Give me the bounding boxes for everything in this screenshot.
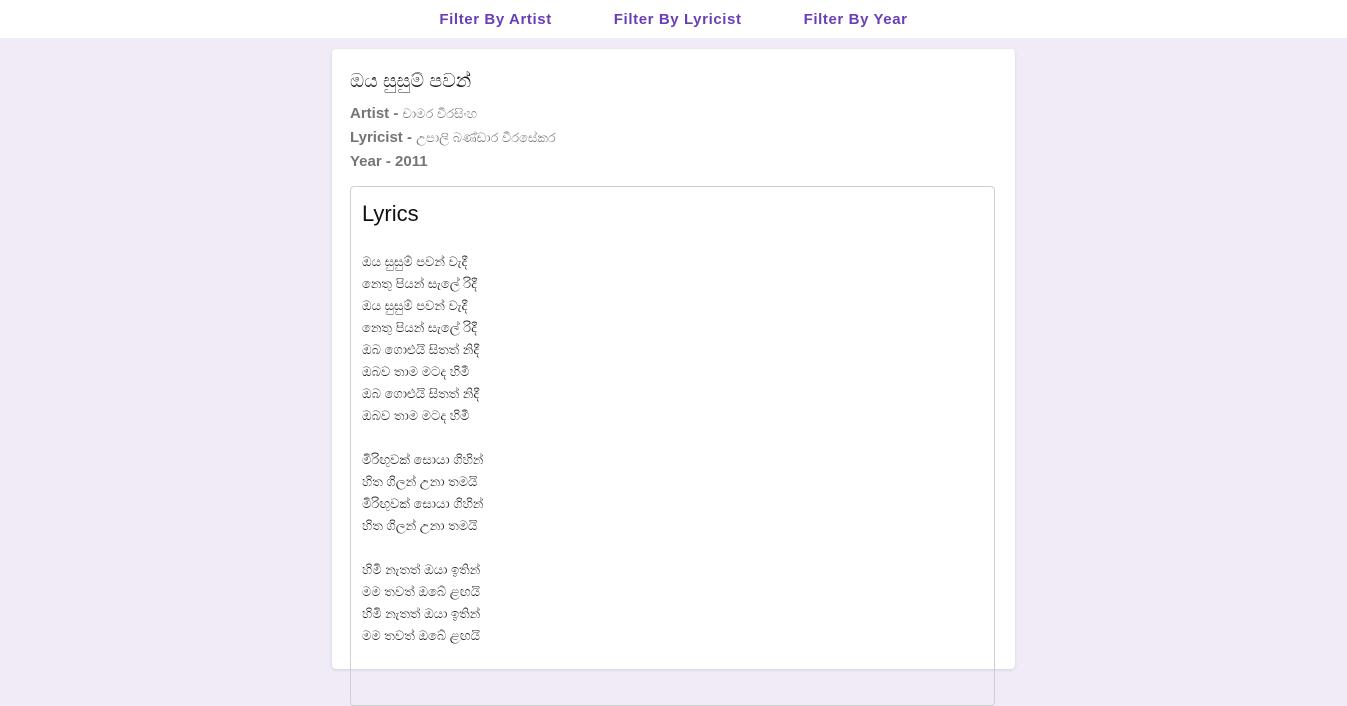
year-value: 2011 bbox=[395, 153, 428, 170]
artist-row: Artist - චාමර වීරසිංහ bbox=[350, 105, 477, 122]
filter-by-year-button[interactable]: Filter By Year bbox=[773, 11, 939, 28]
lyric-line: නෙතු පියන් සැලේ රිදී bbox=[362, 320, 477, 335]
lyric-stanza-break bbox=[362, 427, 483, 449]
top-nav-bar: Filter By Artist Filter By Lyricist Filt… bbox=[0, 0, 1347, 38]
lyrics-heading: Lyrics bbox=[362, 201, 419, 226]
year-row: Year - 2011 bbox=[350, 153, 428, 170]
lyric-line: මිරිඟුවක් සොයා ගිහින් bbox=[362, 496, 484, 511]
lyric-line: ඔබ ගොළුයි සිතත් නිදී bbox=[362, 342, 480, 357]
lyric-line: හිමි නැතත් ඔයා ඉතින් bbox=[362, 562, 481, 577]
artist-value: චාමර වීරසිංහ bbox=[402, 106, 478, 121]
lyric-line: හිත ගිලන් උනා තමයි bbox=[362, 518, 478, 533]
lyric-line: ඔබව තාම මටද හිමී bbox=[362, 408, 470, 423]
lyric-line: නෙතු පියන් සැලේ රිදී bbox=[362, 276, 477, 291]
song-card: ඔය සුසුම් පවන් Artist - චාමර වීරසිංහ Lyr… bbox=[332, 49, 1015, 706]
lyric-line: හිමි නැතත් ඔයා ඉතින් bbox=[362, 606, 481, 621]
lyrics-list: ඔය සුසුම් පවන් වැදී නෙතු පියන් සැලේ රිදී ඔ… bbox=[362, 251, 483, 647]
lyric-line: ඔබ ගොළුයි සිතත් නිදී bbox=[362, 386, 480, 401]
lyricist-row: Lyricist - උපාලි බණ්ඩාර වීරසේකර bbox=[350, 129, 556, 146]
lyric-line: මිරිඟුවක් සොයා ගිහින් bbox=[362, 452, 484, 467]
year-key: Year - bbox=[350, 153, 396, 170]
lyric-line: හිත ගිලන් උනා තමයි bbox=[362, 474, 478, 489]
lyric-line: ඔය සුසුම් පවන් වැදී bbox=[362, 298, 468, 313]
lyric-line: මම තවත් ඔබේ ළඟයි bbox=[362, 584, 480, 599]
lyricist-value: උපාලි බණ්ඩාර වීරසේකර bbox=[416, 130, 556, 145]
lyric-line: ඔබව තාම මටද හිමී bbox=[362, 364, 470, 379]
filter-by-lyricist-button[interactable]: Filter By Lyricist bbox=[583, 11, 773, 28]
lyricist-key: Lyricist - bbox=[350, 129, 417, 146]
artist-key: Artist - bbox=[350, 105, 403, 122]
lyric-stanza-break bbox=[362, 537, 483, 559]
filter-by-artist-button[interactable]: Filter By Artist bbox=[408, 11, 582, 28]
lyrics-panel: Lyrics ඔය සුසුම් පවන් වැදී නෙතු පියන් සැල… bbox=[350, 186, 995, 706]
lyric-line: ඔය සුසුම් පවන් වැදී bbox=[362, 254, 468, 269]
song-title: ඔය සුසුම් පවන් bbox=[350, 71, 472, 92]
